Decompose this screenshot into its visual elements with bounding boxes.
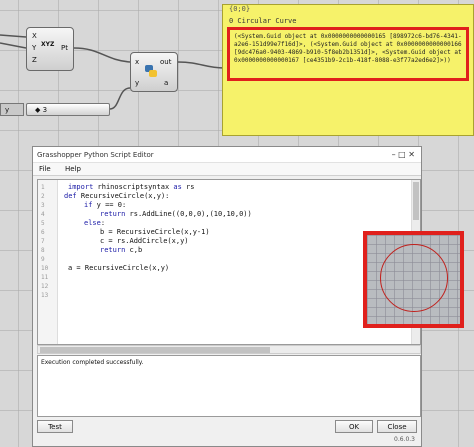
pt-input-y-label: Y	[32, 44, 37, 52]
wire-pt-to-python-x	[73, 47, 131, 63]
editor-title: Grasshopper Python Script Editor	[37, 151, 154, 159]
line-number: 1	[41, 184, 45, 191]
number-slider[interactable]: ◆ 3	[26, 103, 110, 116]
line-number: 6	[41, 229, 45, 236]
wire-left-input-x	[0, 34, 27, 38]
test-button[interactable]: Test	[37, 420, 73, 433]
scrollbar-thumb[interactable]	[40, 347, 270, 353]
line-number: 13	[41, 292, 49, 299]
menu-help[interactable]: Help	[65, 165, 81, 173]
wire-slider-to-python-y	[109, 87, 131, 110]
circle-curve-preview	[380, 244, 448, 312]
python-script-component[interactable]: x y out a	[130, 52, 178, 92]
pt-input-x-label: X	[32, 32, 37, 40]
code-line: a = RecursiveCircle(x,y)	[68, 264, 170, 272]
ok-button[interactable]: OK	[335, 420, 373, 433]
output-panel[interactable]: {0;0} 0 Circular Curve (<System.Guid obj…	[222, 4, 474, 136]
code-line: return c,b	[100, 246, 143, 254]
python-output-a-label: a	[164, 79, 169, 87]
code-line: else:	[84, 219, 106, 227]
wire-python-to-panel	[177, 61, 225, 69]
code-line: if y == 0:	[84, 201, 127, 209]
python-input-x-label: x	[135, 58, 140, 66]
code-line: b = RecursiveCircle(x,y-1)	[100, 228, 210, 236]
execution-output: Execution completed successfully.	[37, 355, 421, 417]
close-button[interactable]: Close	[377, 420, 417, 433]
line-number: 9	[41, 256, 45, 263]
window-controls[interactable]: – □ ✕	[392, 150, 415, 159]
menu-file[interactable]: File	[39, 165, 51, 173]
line-number: 5	[41, 220, 45, 227]
editor-titlebar[interactable]: Grasshopper Python Script Editor – □ ✕	[33, 147, 421, 163]
panel-output-highlight: (<System.Guid object at 0x00000000000001…	[227, 27, 469, 81]
line-number: 12	[41, 283, 49, 290]
slider-name-label: y	[0, 103, 24, 116]
code-line: c = rs.AddCircle(x,y)	[100, 237, 189, 245]
pt-input-z-label: Z	[32, 56, 37, 64]
line-number: 10	[41, 265, 49, 272]
line-number-gutter: 1 2 3 4 5 6 7 8 9 10 11 12 13	[38, 180, 58, 344]
construct-point-component[interactable]: X Y Z XYZ Pt	[26, 27, 74, 71]
code-line: def RecursiveCircle(x,y):	[64, 192, 170, 200]
editor-menubar: File Help	[33, 163, 421, 176]
python-input-y-label: y	[135, 79, 140, 87]
rhino-viewport-preview	[363, 231, 464, 328]
line-number: 2	[41, 193, 45, 200]
line-number: 4	[41, 211, 45, 218]
line-number: 3	[41, 202, 45, 209]
python-logo-icon	[145, 65, 157, 77]
code-horizontal-scrollbar[interactable]	[37, 345, 421, 354]
code-line: import rhinoscriptsyntax as rs	[68, 183, 195, 191]
line-number: 7	[41, 238, 45, 245]
panel-title: 0 Circular Curve	[229, 17, 297, 25]
xyz-icon: XYZ	[41, 41, 55, 48]
python-output-out-label: out	[160, 58, 172, 66]
line-number: 11	[41, 274, 49, 281]
version-label: 0.6.0.3	[394, 436, 415, 443]
scrollbar-thumb[interactable]	[413, 182, 419, 220]
panel-output-text: (<System.Guid object at 0x00000000000001…	[234, 33, 466, 64]
execution-status-text: Execution completed successfully.	[41, 359, 144, 366]
code-line: return rs.AddLine((0,0,0),(10,10,0))	[100, 210, 252, 218]
wire-left-input-y	[0, 42, 27, 49]
panel-path-header: {0;0}	[229, 5, 251, 13]
line-number: 8	[41, 247, 45, 254]
pt-output-label: Pt	[61, 44, 68, 52]
